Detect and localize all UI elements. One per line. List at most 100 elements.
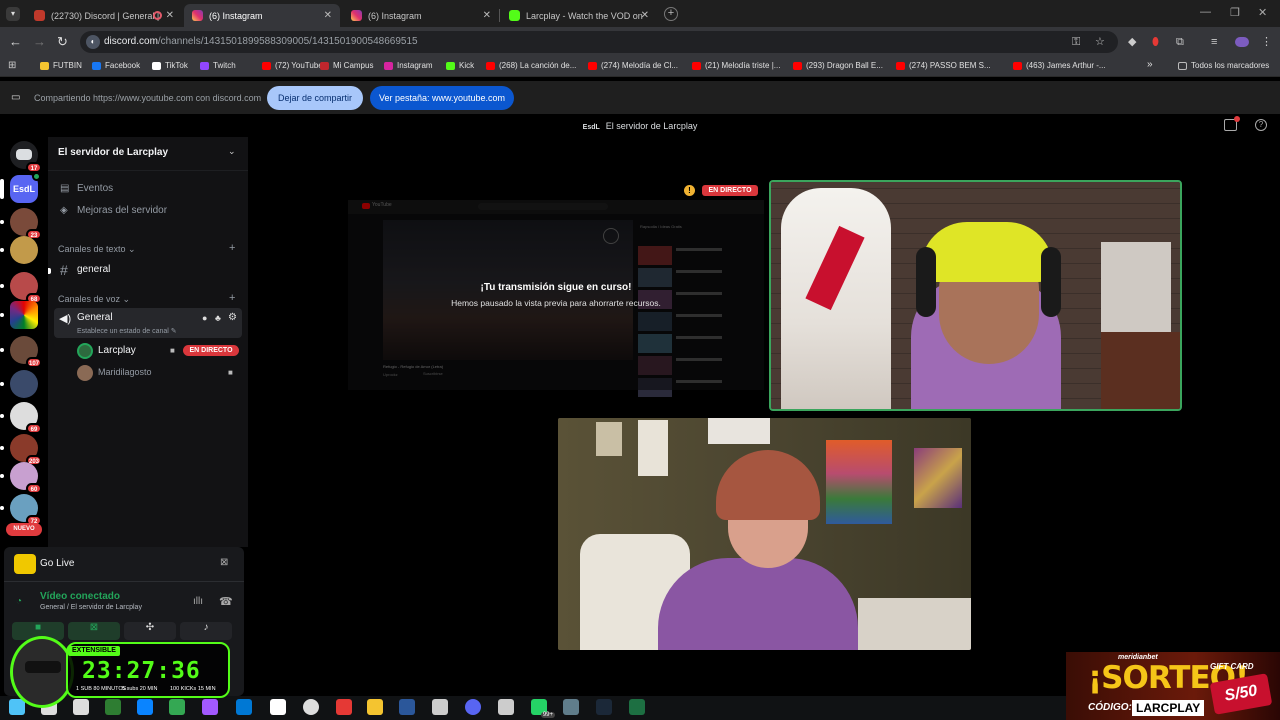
text-channels-category[interactable]: Canales de texto ⌄: [58, 244, 136, 255]
bookmark-item[interactable]: TikTok: [152, 61, 188, 70]
bookmark-item[interactable]: (274) Melodía de Cl...: [588, 61, 678, 70]
server-icon[interactable]: [0, 301, 38, 329]
server-icon-larcplay[interactable]: EsdL: [0, 172, 41, 203]
bookmark-item[interactable]: (72) YouTube: [262, 61, 323, 70]
url-text[interactable]: discord.com/channels/1431501899588309005…: [104, 36, 418, 47]
channel-general[interactable]: general: [77, 264, 110, 275]
server-icon[interactable]: 60: [0, 462, 42, 494]
server-icon[interactable]: 203: [0, 434, 42, 466]
close-icon[interactable]: ✕: [324, 10, 332, 21]
bookmark-item[interactable]: Twitch: [200, 61, 236, 70]
forward-arrow-icon[interactable]: →: [33, 35, 46, 49]
voice-user-larcplay[interactable]: Larcplay: [98, 345, 136, 356]
voice-location[interactable]: General / El servidor de Larcplay: [40, 604, 142, 611]
webcam-tile-larcplay[interactable]: [769, 180, 1182, 411]
server-name[interactable]: El servidor de Larcplay: [58, 147, 168, 158]
voice-connected-status[interactable]: Vídeo conectado: [40, 591, 120, 602]
bookmark-item[interactable]: (463) James Arthur -...: [1013, 61, 1106, 70]
bookmarks-overflow-button[interactable]: »: [1147, 59, 1153, 70]
server-icon[interactable]: [0, 370, 38, 398]
discord-icon[interactable]: [465, 699, 481, 715]
bookmark-favicon-icon: [446, 61, 455, 70]
site-info-icon[interactable]: ◐: [86, 35, 100, 49]
add-channel-icon[interactable]: +: [229, 242, 235, 254]
browser-tab-instagram[interactable]: (6) Instagram ✕: [343, 4, 500, 27]
bookmark-star-icon[interactable]: ☆: [1095, 36, 1105, 48]
restore-button[interactable]: ❐: [1230, 6, 1240, 19]
add-user-icon[interactable]: ♣: [215, 313, 221, 323]
nexus-icon[interactable]: [432, 699, 448, 715]
voice-user-maridilagosto[interactable]: Maridilagosto: [98, 367, 152, 377]
media-control-icon[interactable]: ≡: [1211, 36, 1217, 48]
view-tab-button[interactable]: Ver pestaña: www.youtube.com: [370, 86, 514, 110]
screen-share-stop-icon[interactable]: ⊠: [220, 557, 228, 568]
server-icon[interactable]: 69: [0, 402, 42, 434]
noise-suppression-icon[interactable]: ıllı: [193, 596, 203, 607]
go-live-label[interactable]: Go Live: [40, 558, 74, 569]
voice-channels-category[interactable]: Canales de voz ⌄: [58, 294, 130, 305]
bookmark-item[interactable]: (21) Melodía triste |...: [692, 61, 780, 70]
server-icon[interactable]: 23: [0, 208, 42, 240]
close-icon[interactable]: ✕: [483, 10, 491, 21]
add-channel-icon[interactable]: +: [229, 292, 235, 304]
close-icon[interactable]: ✕: [166, 10, 174, 21]
new-tab-button[interactable]: +: [664, 7, 678, 21]
bookmark-item[interactable]: (274) PASSO BEM S...: [896, 61, 991, 70]
bookmark-item[interactable]: (268) La canción de...: [486, 61, 576, 70]
bookmark-item[interactable]: (293) Dragon Ball E...: [793, 61, 883, 70]
stream-preview-tile[interactable]: YouTube Refugio - Refugio de Amor (Letra…: [348, 200, 764, 397]
browser-tab-kick[interactable]: Larcplay - Watch the VOD on K ✕: [501, 4, 657, 27]
obs-icon[interactable]: [303, 699, 319, 715]
bookmark-item[interactable]: Facebook: [92, 61, 140, 70]
server-icon[interactable]: 72: [0, 494, 42, 526]
whatsapp-icon[interactable]: 99+: [531, 699, 555, 718]
bookmark-item[interactable]: Instagram: [384, 61, 433, 70]
tab-title: (6) Instagram: [209, 10, 263, 21]
back-arrow-icon[interactable]: ←: [9, 35, 22, 49]
excel-icon[interactable]: [629, 699, 645, 715]
close-icon[interactable]: ✕: [641, 10, 649, 21]
apps-grid-icon[interactable]: ⊞: [8, 60, 16, 72]
server-icon[interactable]: 107: [0, 336, 42, 368]
extension-shield-icon[interactable]: ⬮: [1152, 36, 1159, 48]
bookmark-item[interactable]: FUTBIN: [40, 61, 82, 70]
outlook-icon[interactable]: [236, 699, 252, 715]
unread-pip: [0, 414, 4, 418]
minimize-button[interactable]: —: [1200, 6, 1211, 18]
anydesk-icon[interactable]: [336, 699, 352, 715]
new-unreads-badge[interactable]: NUEVO: [6, 523, 42, 536]
chevron-down-icon[interactable]: ⌄: [228, 146, 236, 157]
gear-icon[interactable]: ⚙: [228, 312, 237, 323]
menu-kebab-icon[interactable]: ⋮: [1261, 36, 1272, 48]
nav-events[interactable]: Eventos: [77, 183, 113, 194]
file-explorer-icon[interactable]: [367, 699, 383, 715]
word-icon[interactable]: [399, 699, 415, 715]
browser-tab-discord[interactable]: (22730) Discord | General | ✕: [26, 4, 182, 27]
steam-icon[interactable]: [596, 699, 612, 715]
capcut-icon[interactable]: [270, 699, 286, 715]
all-bookmarks-folder[interactable]: Todos los marcadores: [1178, 61, 1269, 70]
channel-status-placeholder[interactable]: Establece un estado de canal ✎: [77, 327, 177, 335]
server-icon[interactable]: 68: [0, 272, 42, 304]
help-icon[interactable]: ?: [1255, 119, 1267, 131]
stop-sharing-button[interactable]: Dejar de compartir: [267, 86, 363, 110]
direct-messages-button[interactable]: 17: [10, 141, 42, 173]
webcam-tile-maridilagosto[interactable]: [558, 418, 971, 650]
profile-avatar-icon[interactable]: [1235, 37, 1249, 47]
inbox-icon[interactable]: [1224, 116, 1240, 131]
browser-tab-instagram-active[interactable]: (6) Instagram ✕: [184, 4, 340, 27]
reload-icon[interactable]: ↻: [57, 35, 68, 49]
extensions-puzzle-icon[interactable]: ⧉: [1176, 36, 1184, 48]
password-key-icon[interactable]: ⚿: [1072, 36, 1080, 48]
calculator-icon[interactable]: [563, 699, 579, 715]
bookmark-item[interactable]: Mi Campus: [320, 61, 373, 70]
disconnect-icon[interactable]: ☎: [219, 595, 233, 608]
extension-diamond-icon[interactable]: ◆: [1128, 36, 1136, 48]
bookmark-item[interactable]: Kick: [446, 61, 474, 70]
chat-bubble-icon[interactable]: ●: [202, 313, 207, 323]
nav-server-boosts[interactable]: Mejoras del servidor: [77, 205, 167, 216]
gaming-icon[interactable]: [498, 699, 514, 715]
server-icon[interactable]: [0, 236, 38, 264]
window-close-button[interactable]: ✕: [1258, 6, 1267, 19]
tab-search-button[interactable]: ▾: [6, 7, 20, 21]
